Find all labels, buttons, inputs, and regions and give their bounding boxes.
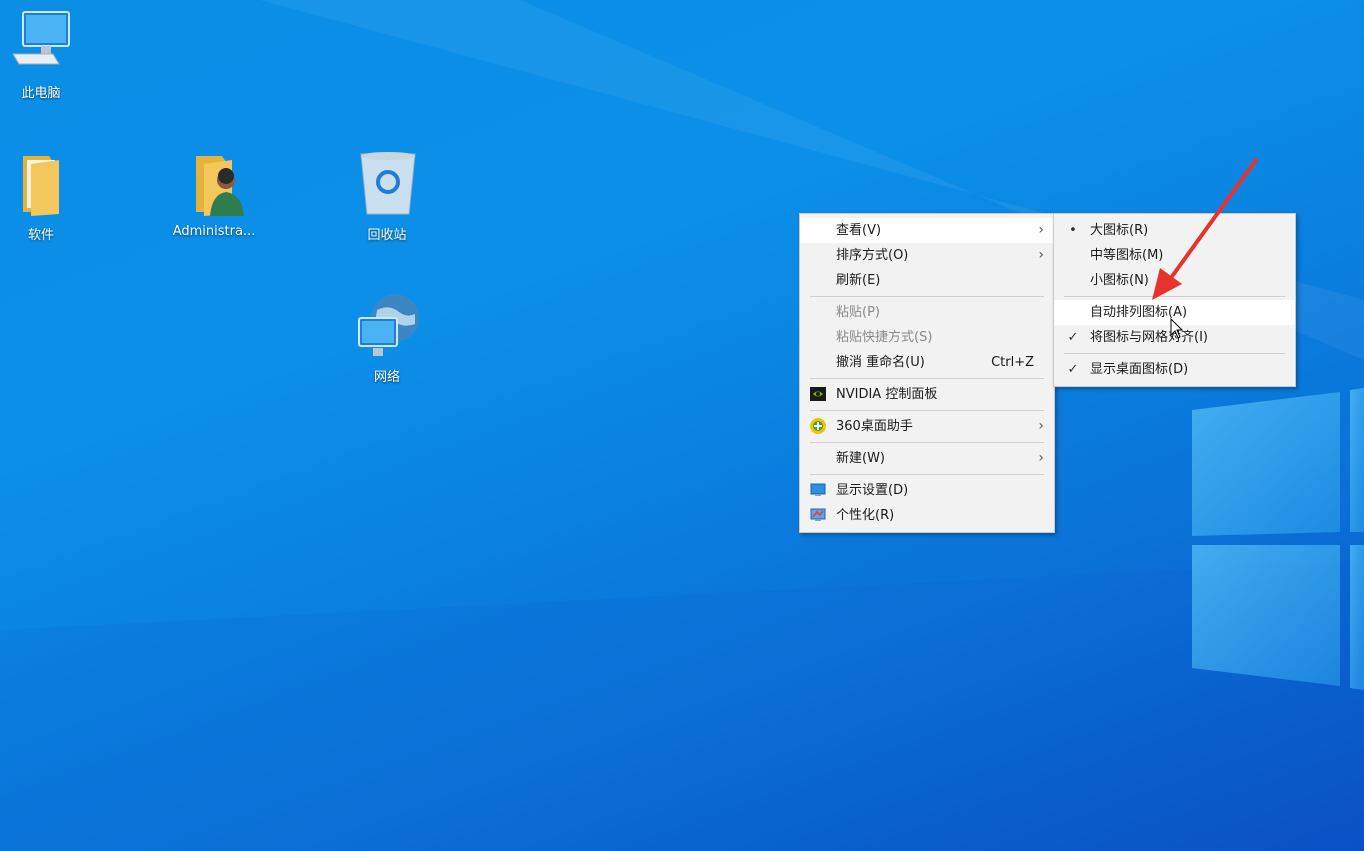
menu-item-360-desktop[interactable]: 360桌面助手 ›	[800, 414, 1054, 439]
menu-item-label: 粘贴(P)	[836, 305, 880, 320]
360-icon	[810, 418, 826, 434]
desktop-icon-label: 软件	[27, 228, 54, 243]
recycle-bin-icon	[360, 152, 416, 215]
chevron-right-icon: ›	[1038, 450, 1044, 466]
menu-item-shortcut: Ctrl+Z	[991, 355, 1034, 370]
submenu-item-medium-icons[interactable]: 中等图标(M)	[1054, 243, 1295, 268]
menu-item-label: 显示设置(D)	[836, 483, 909, 498]
menu-item-label: 将图标与网格对齐(I)	[1090, 330, 1208, 345]
display-settings-icon	[810, 483, 826, 496]
menu-item-paste[interactable]: 粘贴(P)	[800, 300, 1054, 325]
desktop-wallpaper	[0, 0, 1364, 851]
menu-item-refresh[interactable]: 刷新(E)	[800, 268, 1054, 293]
this-pc-icon	[12, 11, 70, 65]
menu-item-label: 显示桌面图标(D)	[1090, 362, 1189, 377]
desktop-icon-label: 回收站	[367, 228, 407, 243]
view-submenu: • 大图标(R) 中等图标(M) 小图标(N) 自动排列图标(A) ✓ 将图标与…	[1053, 213, 1296, 387]
menu-item-label: 刷新(E)	[836, 273, 881, 288]
menu-item-label: 个性化(R)	[836, 508, 895, 523]
checkmark-icon: ✓	[1067, 362, 1079, 377]
menu-item-label: 360桌面助手	[836, 419, 913, 434]
menu-item-label: NVIDIA 控制面板	[836, 387, 938, 402]
personalize-icon	[810, 508, 826, 521]
folder-icon	[23, 156, 59, 216]
desktop-icon-software-folder[interactable]: 软件	[0, 150, 91, 243]
checkmark-icon: ✓	[1067, 330, 1079, 345]
menu-item-label: 排序方式(O)	[836, 248, 909, 263]
menu-separator	[810, 442, 1044, 443]
menu-item-new[interactable]: 新建(W) ›	[800, 446, 1054, 471]
menu-item-label: 新建(W)	[836, 451, 885, 466]
menu-separator	[810, 378, 1044, 379]
desktop-icon-label: Administra...	[172, 224, 256, 239]
user-folder-icon	[196, 156, 244, 216]
menu-separator	[1064, 296, 1285, 297]
menu-item-paste-shortcut[interactable]: 粘贴快捷方式(S)	[800, 325, 1054, 350]
menu-item-sort-by[interactable]: 排序方式(O) ›	[800, 243, 1054, 268]
submenu-item-large-icons[interactable]: • 大图标(R)	[1054, 218, 1295, 243]
chevron-right-icon: ›	[1038, 247, 1044, 263]
menu-item-view[interactable]: 查看(V) ›	[800, 218, 1054, 243]
chevron-right-icon: ›	[1038, 418, 1044, 434]
menu-item-label: 小图标(N)	[1090, 273, 1149, 288]
menu-item-display-settings[interactable]: 显示设置(D)	[800, 478, 1054, 503]
submenu-item-small-icons[interactable]: 小图标(N)	[1054, 268, 1295, 293]
network-icon	[358, 294, 419, 356]
desktop-icon-label: 此电脑	[21, 86, 61, 101]
menu-separator	[810, 474, 1044, 475]
menu-item-label: 中等图标(M)	[1090, 248, 1164, 263]
menu-item-personalize[interactable]: 个性化(R)	[800, 503, 1054, 528]
desktop-context-menu: 查看(V) › 排序方式(O) › 刷新(E) 粘贴(P) 粘贴快捷方式(S) …	[799, 213, 1055, 533]
desktop-icon-administrator[interactable]: Administra...	[164, 150, 264, 239]
chevron-right-icon: ›	[1038, 222, 1044, 238]
menu-separator	[1064, 353, 1285, 354]
menu-item-label: 粘贴快捷方式(S)	[836, 330, 933, 345]
selected-dot-icon: •	[1069, 223, 1077, 238]
desktop-icon-network[interactable]: 网络	[337, 292, 437, 385]
windows-logo	[1192, 388, 1364, 690]
menu-item-label: 查看(V)	[836, 223, 882, 238]
mouse-cursor-icon	[1170, 318, 1184, 339]
menu-separator	[810, 296, 1044, 297]
menu-item-nvidia-control-panel[interactable]: NVIDIA 控制面板	[800, 382, 1054, 407]
desktop-icon-label: 网络	[373, 370, 400, 385]
menu-item-label: 撤消 重命名(U)	[836, 355, 925, 370]
menu-item-label: 大图标(R)	[1090, 223, 1149, 238]
desktop-icon-recycle-bin[interactable]: 回收站	[337, 150, 437, 243]
menu-item-undo-rename[interactable]: 撤消 重命名(U) Ctrl+Z	[800, 350, 1054, 375]
nvidia-icon	[810, 387, 826, 401]
submenu-item-show-desktop-icons[interactable]: ✓ 显示桌面图标(D)	[1054, 357, 1295, 382]
desktop-icon-this-pc[interactable]: 此电脑	[0, 8, 91, 101]
menu-separator	[810, 410, 1044, 411]
